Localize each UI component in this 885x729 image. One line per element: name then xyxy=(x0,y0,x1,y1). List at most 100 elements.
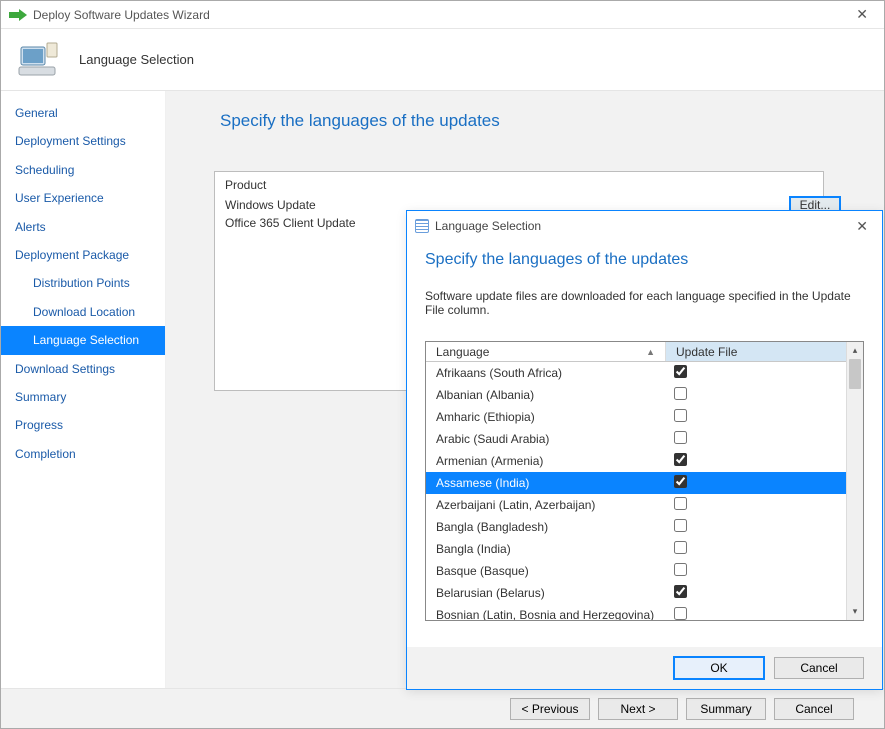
language-name-cell: Belarusian (Belarus) xyxy=(426,586,666,600)
update-file-cell xyxy=(666,387,846,403)
update-file-checkbox[interactable] xyxy=(674,365,687,378)
update-file-cell xyxy=(666,563,846,579)
language-row[interactable]: Afrikaans (South Africa) xyxy=(426,362,846,384)
nav-item-label: Download Settings xyxy=(15,362,115,376)
update-file-cell xyxy=(666,365,846,381)
title-bar: Deploy Software Updates Wizard ✕ xyxy=(1,1,884,29)
scroll-thumb[interactable] xyxy=(849,359,861,389)
language-column-label: Language xyxy=(436,345,489,359)
language-row[interactable]: Bosnian (Latin, Bosnia and Herzegovina) xyxy=(426,604,846,620)
update-file-checkbox[interactable] xyxy=(674,607,687,620)
language-rows-container: Afrikaans (South Africa) Albanian (Albani… xyxy=(426,362,846,620)
nav-item[interactable]: User Experience xyxy=(1,184,165,212)
nav-item-label: General xyxy=(15,106,58,120)
language-row[interactable]: Amharic (Ethiopia) xyxy=(426,406,846,428)
nav-item[interactable]: Scheduling xyxy=(1,156,165,184)
sort-asc-icon: ▲ xyxy=(646,347,655,357)
nav-item-label: User Experience xyxy=(15,191,104,205)
update-file-checkbox[interactable] xyxy=(674,519,687,532)
nav-item-label: Completion xyxy=(15,447,76,461)
language-name-cell: Azerbaijani (Latin, Azerbaijan) xyxy=(426,498,666,512)
language-name-cell: Amharic (Ethiopia) xyxy=(426,410,666,424)
update-file-checkbox[interactable] xyxy=(674,409,687,422)
update-file-checkbox[interactable] xyxy=(674,387,687,400)
update-file-checkbox[interactable] xyxy=(674,475,687,488)
language-row[interactable]: Azerbaijani (Latin, Azerbaijan) xyxy=(426,494,846,516)
computer-icon xyxy=(17,39,59,81)
update-file-cell xyxy=(666,607,846,620)
nav-item[interactable]: Alerts xyxy=(1,213,165,241)
nav-item[interactable]: Progress xyxy=(1,411,165,439)
language-row[interactable]: Bangla (India) xyxy=(426,538,846,560)
nav-item-label: Language Selection xyxy=(33,333,139,347)
language-row[interactable]: Arabic (Saudi Arabia) xyxy=(426,428,846,450)
next-button[interactable]: Next > xyxy=(598,698,678,720)
nav-item[interactable]: Language Selection xyxy=(1,326,165,354)
update-file-checkbox[interactable] xyxy=(674,563,687,576)
language-row[interactable]: Albanian (Albania) xyxy=(426,384,846,406)
language-name-cell: Assamese (India) xyxy=(426,476,666,490)
previous-button[interactable]: < Previous xyxy=(510,698,590,720)
nav-item[interactable]: Completion xyxy=(1,440,165,468)
dialog-close-icon[interactable]: ✕ xyxy=(850,216,874,237)
dialog-description: Software update files are downloaded for… xyxy=(425,289,864,317)
dialog-footer: OK Cancel xyxy=(407,647,882,689)
cancel-button[interactable]: Cancel xyxy=(774,698,854,720)
update-file-column-label: Update File xyxy=(676,345,737,359)
nav-item[interactable]: Download Location xyxy=(1,298,165,326)
wizard-header: Language Selection xyxy=(1,29,884,91)
dialog-icon xyxy=(415,219,429,233)
update-file-checkbox[interactable] xyxy=(674,585,687,598)
scroll-down-icon[interactable]: ▾ xyxy=(847,603,863,620)
update-file-cell xyxy=(666,541,846,557)
nav-item[interactable]: General xyxy=(1,99,165,127)
close-icon[interactable]: ✕ xyxy=(848,4,876,25)
nav-item[interactable]: Distribution Points xyxy=(1,269,165,297)
language-name-cell: Afrikaans (South Africa) xyxy=(426,366,666,380)
nav-item-label: Deployment Settings xyxy=(15,134,126,148)
main-heading: Specify the languages of the updates xyxy=(220,111,860,131)
update-file-cell xyxy=(666,475,846,491)
nav-item[interactable]: Summary xyxy=(1,383,165,411)
language-name-cell: Bosnian (Latin, Bosnia and Herzegovina) xyxy=(426,608,666,620)
scroll-up-icon[interactable]: ▴ xyxy=(847,342,863,359)
nav-item[interactable]: Deployment Settings xyxy=(1,127,165,155)
nav-item-label: Scheduling xyxy=(15,163,74,177)
language-row[interactable]: Basque (Basque) xyxy=(426,560,846,582)
dialog-cancel-button[interactable]: Cancel xyxy=(774,657,864,679)
wizard-arrow-icon xyxy=(9,8,27,22)
language-table: Language ▲ Update File Afrikaans (South … xyxy=(425,341,864,621)
update-file-cell xyxy=(666,431,846,447)
update-file-column-header[interactable]: Update File xyxy=(666,342,846,361)
dialog-ok-button[interactable]: OK xyxy=(674,657,764,679)
language-name-cell: Albanian (Albania) xyxy=(426,388,666,402)
nav-item[interactable]: Download Settings xyxy=(1,355,165,383)
nav-item-label: Deployment Package xyxy=(15,248,129,262)
dialog-title-bar: Language Selection ✕ xyxy=(407,211,882,241)
page-title: Language Selection xyxy=(79,52,194,67)
summary-button[interactable]: Summary xyxy=(686,698,766,720)
update-file-cell xyxy=(666,453,846,469)
scroll-track[interactable] xyxy=(847,359,863,603)
language-column-header[interactable]: Language ▲ xyxy=(426,342,666,361)
nav-item-label: Download Location xyxy=(33,305,135,319)
language-name-cell: Armenian (Armenia) xyxy=(426,454,666,468)
language-selection-dialog: Language Selection ✕ Specify the languag… xyxy=(406,210,883,690)
language-row[interactable]: Bangla (Bangladesh) xyxy=(426,516,846,538)
nav-item-label: Progress xyxy=(15,418,63,432)
update-file-checkbox[interactable] xyxy=(674,497,687,510)
dialog-heading: Specify the languages of the updates xyxy=(425,251,864,269)
nav-item-label: Distribution Points xyxy=(33,276,130,290)
update-file-cell xyxy=(666,585,846,601)
language-row[interactable]: Armenian (Armenia) xyxy=(426,450,846,472)
language-scrollbar[interactable]: ▴ ▾ xyxy=(846,342,863,620)
language-row[interactable]: Assamese (India) xyxy=(426,472,846,494)
language-row[interactable]: Belarusian (Belarus) xyxy=(426,582,846,604)
nav-item[interactable]: Deployment Package xyxy=(1,241,165,269)
update-file-checkbox[interactable] xyxy=(674,541,687,554)
wizard-footer: < Previous Next > Summary Cancel xyxy=(1,688,884,728)
language-name-cell: Bangla (Bangladesh) xyxy=(426,520,666,534)
update-file-checkbox[interactable] xyxy=(674,431,687,444)
update-file-checkbox[interactable] xyxy=(674,453,687,466)
nav-item-label: Alerts xyxy=(15,220,46,234)
